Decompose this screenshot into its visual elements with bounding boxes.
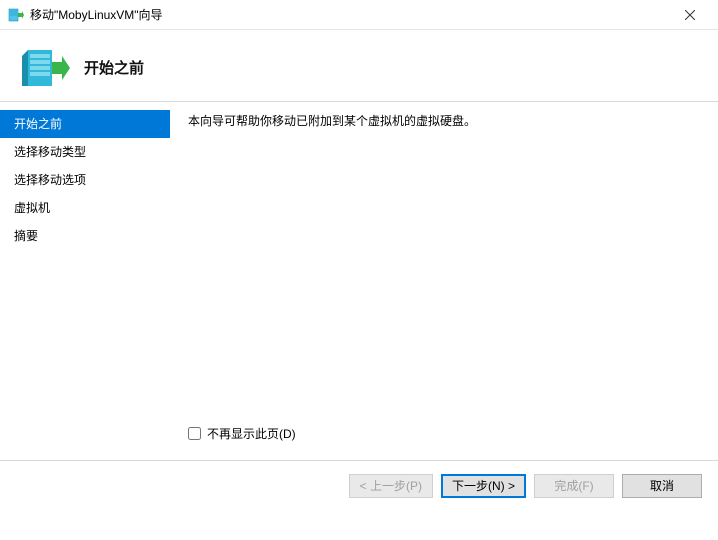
sidebar-item-move-options[interactable]: 选择移动选项: [0, 166, 170, 194]
close-button[interactable]: [670, 1, 710, 29]
description-text: 本向导可帮助你移动已附加到某个虚拟机的虚拟硬盘。: [188, 112, 700, 130]
titlebar: 移动"MobyLinuxVM"向导: [0, 0, 718, 30]
dont-show-again-row[interactable]: 不再显示此页(D): [188, 421, 700, 450]
app-icon: [8, 7, 24, 23]
wizard-header: 开始之前: [0, 30, 718, 102]
sidebar-item-move-type[interactable]: 选择移动类型: [0, 138, 170, 166]
wizard-content: 本向导可帮助你移动已附加到某个虚拟机的虚拟硬盘。 不再显示此页(D): [170, 102, 718, 460]
dont-show-again-label: 不再显示此页(D): [207, 425, 296, 442]
finish-button: 完成(F): [534, 474, 614, 498]
wizard-body: 开始之前 选择移动类型 选择移动选项 虚拟机 摘要 本向导可帮助你移动已附加到某…: [0, 102, 718, 460]
window-title: 移动"MobyLinuxVM"向导: [30, 6, 670, 23]
content-spacer: [188, 130, 700, 421]
prev-button: < 上一步(P): [349, 474, 433, 498]
dont-show-again-checkbox[interactable]: [188, 427, 201, 440]
server-move-icon: [22, 46, 70, 90]
page-title: 开始之前: [84, 57, 144, 78]
wizard-footer: < 上一步(P) 下一步(N) > 完成(F) 取消: [0, 460, 718, 510]
next-button[interactable]: 下一步(N) >: [441, 474, 526, 498]
sidebar-item-vm[interactable]: 虚拟机: [0, 194, 170, 222]
wizard-steps-sidebar: 开始之前 选择移动类型 选择移动选项 虚拟机 摘要: [0, 102, 170, 460]
sidebar-item-before-you-begin[interactable]: 开始之前: [0, 110, 170, 138]
sidebar-item-summary[interactable]: 摘要: [0, 222, 170, 250]
cancel-button[interactable]: 取消: [622, 474, 702, 498]
